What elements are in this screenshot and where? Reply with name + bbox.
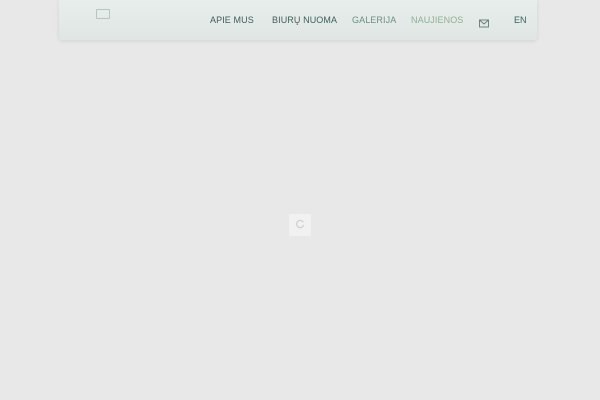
site-header: APIE MUS BIURŲ NUOMA GALERIJA NAUJIENOS …: [59, 0, 537, 40]
nav-item-apie-mus[interactable]: APIE MUS: [210, 14, 254, 26]
main-nav: APIE MUS BIURŲ NUOMA GALERIJA NAUJIENOS …: [59, 0, 537, 40]
nav-item-galerija[interactable]: GALERIJA: [352, 14, 396, 26]
spinner-icon: [295, 216, 305, 234]
page: APIE MUS BIURŲ NUOMA GALERIJA NAUJIENOS …: [0, 0, 600, 400]
loading-indicator: [289, 214, 311, 236]
mail-icon[interactable]: [479, 15, 489, 28]
nav-item-biuru-nuoma[interactable]: BIURŲ NUOMA: [272, 14, 337, 26]
nav-item-naujienos[interactable]: NAUJIENOS: [411, 14, 463, 26]
language-switch-en[interactable]: EN: [514, 14, 527, 26]
